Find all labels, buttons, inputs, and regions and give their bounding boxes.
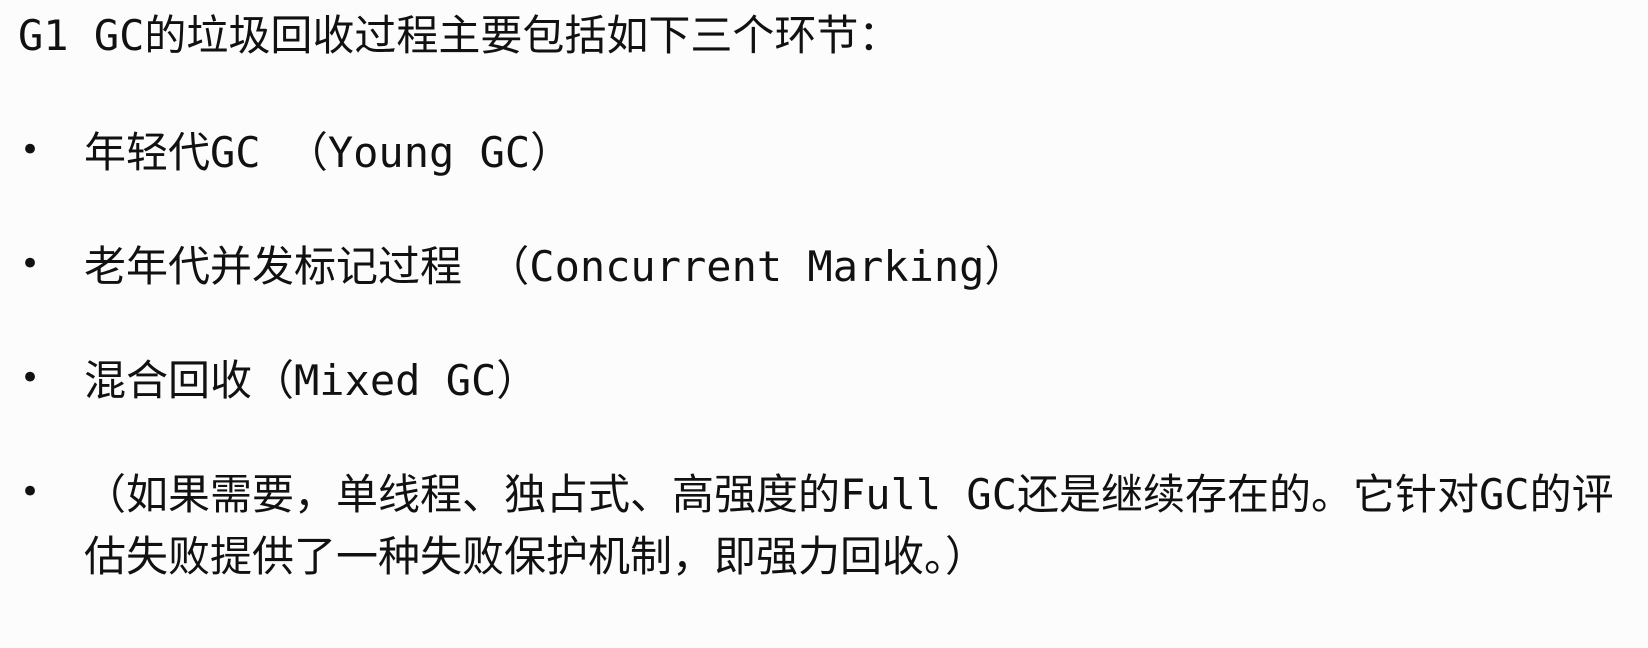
intro-text: G1 GC的垃圾回收过程主要包括如下三个环节：	[18, 11, 901, 60]
slide: G1 GC的垃圾回收过程主要包括如下三个环节： • 年轻代GC （Young G…	[0, 0, 1648, 648]
bullet-icon: •	[19, 244, 41, 284]
list-item-text: 老年代并发标记过程 （Concurrent Marking）	[84, 242, 1027, 291]
bullet-icon: •	[19, 130, 41, 170]
bullet-icon: •	[19, 472, 41, 512]
list-item-text: 年轻代GC （Young GC）	[84, 128, 573, 177]
list-item-text: 混合回收（Mixed GC）	[84, 356, 539, 405]
list-item-text: （如果需要，单线程、独占式、高强度的Full GC还是继续存在的。它针对GC的评…	[84, 470, 1614, 581]
bullet-icon: •	[19, 358, 41, 398]
